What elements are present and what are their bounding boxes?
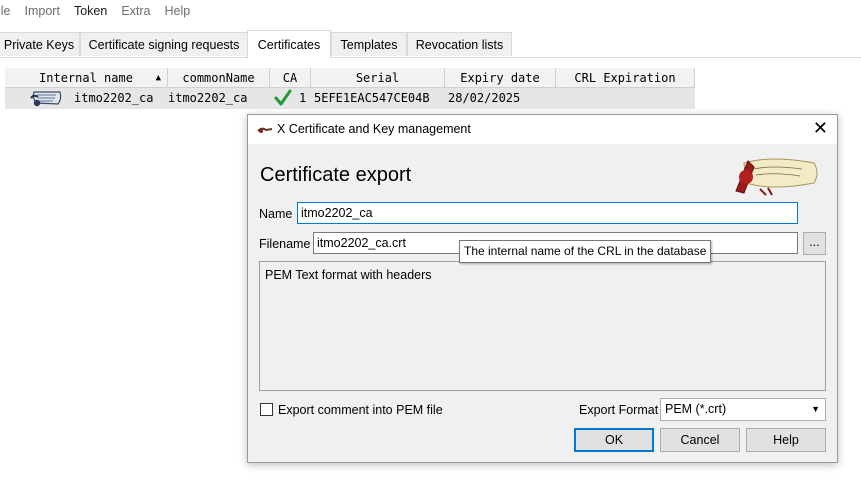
close-icon[interactable]: ✕ (813, 118, 828, 138)
tab-bar: Private Keys Certificate signing request… (0, 30, 861, 58)
column-header-expiry-date[interactable]: Expiry date (445, 68, 556, 88)
export-comment-label[interactable]: Export comment into PEM file (278, 403, 443, 417)
format-description-text: PEM Text format with headers (265, 268, 432, 282)
cancel-button[interactable]: Cancel (660, 428, 740, 452)
tab-certificates[interactable]: Certificates (247, 30, 331, 58)
help-button[interactable]: Help (746, 428, 826, 452)
export-comment-checkbox[interactable] (260, 403, 273, 416)
column-header-serial[interactable]: Serial (311, 68, 445, 88)
tooltip: The internal name of the CRL in the data… (459, 240, 712, 263)
cell-expiry-date: 28/02/2025 (448, 91, 521, 105)
page-title: Certificate export (260, 164, 412, 186)
name-label: Name (259, 207, 293, 221)
export-format-label: Export Format (579, 403, 659, 417)
tab-certificate-signing-requests[interactable]: Certificate signing requests (80, 32, 248, 56)
app-icon (257, 124, 273, 138)
browse-button[interactable]: ... (803, 232, 826, 255)
name-field[interactable]: itmo2202_ca (297, 202, 798, 224)
column-header-ca[interactable]: CA (270, 68, 311, 88)
tab-revocation-lists[interactable]: Revocation lists (407, 32, 512, 56)
cell-common-name: itmo2202_ca (168, 91, 248, 105)
dialog-titlebar[interactable]: X Certificate and Key management ✕ (248, 115, 837, 144)
menu-file[interactable]: ile (0, 4, 18, 18)
checkmark-icon (274, 89, 292, 110)
filename-label: Filename (259, 237, 311, 251)
tab-private-keys[interactable]: Private Keys (0, 32, 80, 56)
certificate-list[interactable]: Internal name ▲ commonName CA Serial Exp… (5, 68, 695, 110)
scroll-logo-icon (732, 155, 822, 200)
table-row[interactable]: itmo2202_ca itmo2202_ca 1 5EFE1EAC547CE0… (5, 88, 695, 109)
column-header-internal-name[interactable]: Internal name ▲ (5, 68, 168, 88)
menu-extra[interactable]: Extra (114, 4, 157, 18)
ok-button[interactable]: OK (574, 428, 654, 452)
certificate-export-dialog: X Certificate and Key management ✕ Certi… (247, 114, 838, 463)
export-format-value: PEM (*.crt) (665, 402, 727, 416)
chevron-down-icon: ▼ (811, 404, 820, 414)
dialog-title: X Certificate and Key management (277, 122, 471, 136)
cell-ca: 1 (299, 91, 307, 105)
cell-serial: 5EFE1EAC547CE04B (314, 91, 430, 105)
menu-bar: ile Import Token Extra Help (0, 0, 861, 22)
column-header-crl-expiration[interactable]: CRL Expiration (556, 68, 695, 88)
tab-templates[interactable]: Templates (331, 32, 407, 56)
sort-ascending-icon: ▲ (155, 73, 161, 83)
export-format-select[interactable]: PEM (*.crt) ▼ (660, 398, 826, 421)
column-header-common-name[interactable]: commonName (168, 68, 270, 88)
menu-import[interactable]: Import (18, 4, 67, 18)
menu-help[interactable]: Help (158, 4, 198, 18)
menu-token[interactable]: Token (67, 4, 114, 18)
certificate-icon (28, 89, 66, 110)
cell-internal-name: itmo2202_ca (74, 91, 154, 105)
format-description[interactable]: PEM Text format with headers (259, 261, 826, 391)
column-header-internal-name-label: Internal name (39, 71, 133, 85)
